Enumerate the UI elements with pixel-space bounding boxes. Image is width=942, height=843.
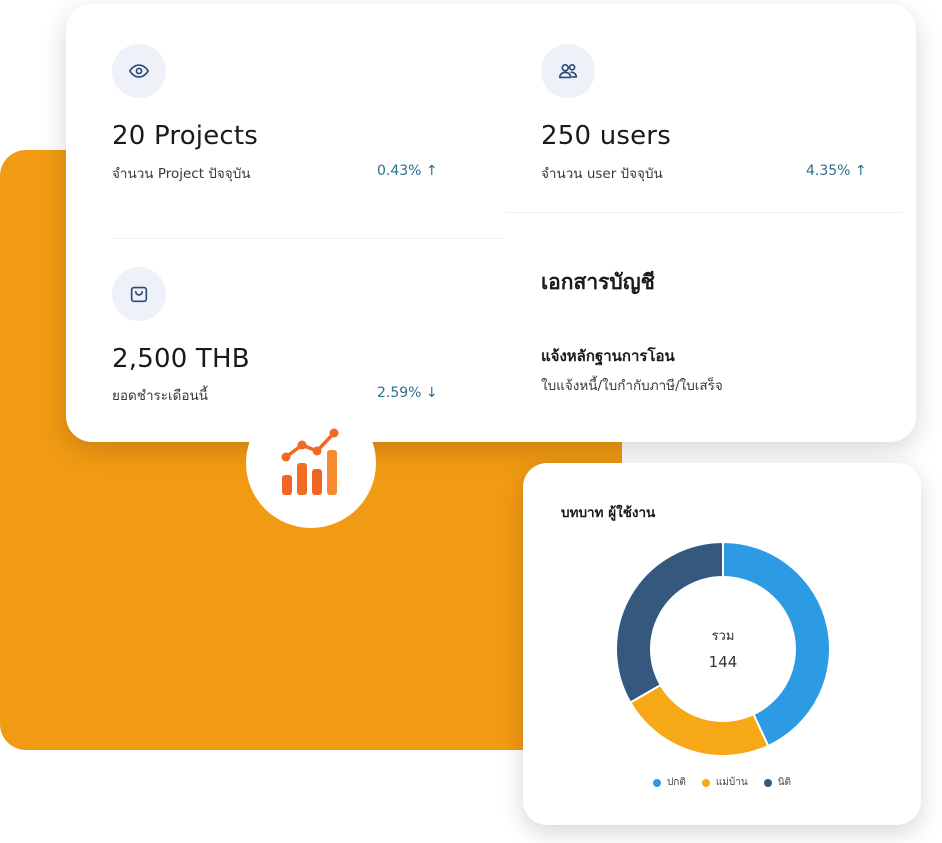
eye-icon bbox=[112, 44, 166, 98]
invoice-receipt-text: ใบแจ้งหนี้/ใบกำกับภาษี/ใบเสร็จ bbox=[541, 378, 723, 394]
total-label: รวม bbox=[711, 629, 735, 644]
chart-legend: ปกติ แม่บ้าน นิติ bbox=[523, 775, 921, 790]
donut-slice-2[interactable] bbox=[628, 683, 770, 757]
users-change: 4.35% ↑ bbox=[806, 163, 867, 179]
billing-amount: 2,500 THB bbox=[112, 344, 250, 374]
legend-item[interactable]: แม่บ้าน bbox=[701, 775, 748, 790]
stats-card: 20 Projects จำนวน Project ปัจจุบัน 0.43%… bbox=[66, 4, 916, 442]
transfer-proof-link[interactable]: แจ้งหลักฐานการโอน bbox=[541, 344, 675, 368]
divider bbox=[506, 212, 902, 213]
donut-slice-3[interactable] bbox=[615, 540, 724, 704]
projects-change: 0.43% ↑ bbox=[377, 163, 438, 179]
legend-dot bbox=[652, 778, 661, 787]
billing-change: 2.59% ↓ bbox=[377, 385, 438, 401]
divider bbox=[112, 238, 502, 239]
users-count: 250 users bbox=[541, 121, 671, 151]
dashboard-preview: 20 Projects จำนวน Project ปัจจุบัน 0.43%… bbox=[0, 0, 942, 843]
bar-chart-trend-icon bbox=[246, 398, 376, 528]
projects-label: จำนวน Project ปัจจุบัน bbox=[112, 166, 251, 182]
legend-item[interactable]: นิติ bbox=[763, 775, 792, 790]
accounting-docs-title: เอกสารบัญชี bbox=[541, 270, 655, 294]
users-icon bbox=[541, 44, 595, 98]
projects-count: 20 Projects bbox=[112, 121, 259, 151]
legend-label: นิติ bbox=[777, 777, 792, 788]
billing-label: ยอดชำระเดือนนี้ bbox=[112, 388, 208, 404]
user-role-chart-card: บทบาท ผู้ใช้งาน รวม 144 ปกติ แม่บ้าน นิติ bbox=[523, 463, 921, 825]
legend-label: แม่บ้าน bbox=[715, 777, 748, 788]
legend-dot bbox=[701, 778, 710, 787]
shopping-bag-icon bbox=[112, 267, 166, 321]
legend-dot bbox=[763, 778, 772, 787]
legend-label: ปกติ bbox=[666, 777, 686, 788]
total-value: 144 bbox=[708, 653, 738, 671]
users-label: จำนวน user ปัจจุบัน bbox=[541, 166, 663, 182]
legend-item[interactable]: ปกติ bbox=[652, 775, 686, 790]
